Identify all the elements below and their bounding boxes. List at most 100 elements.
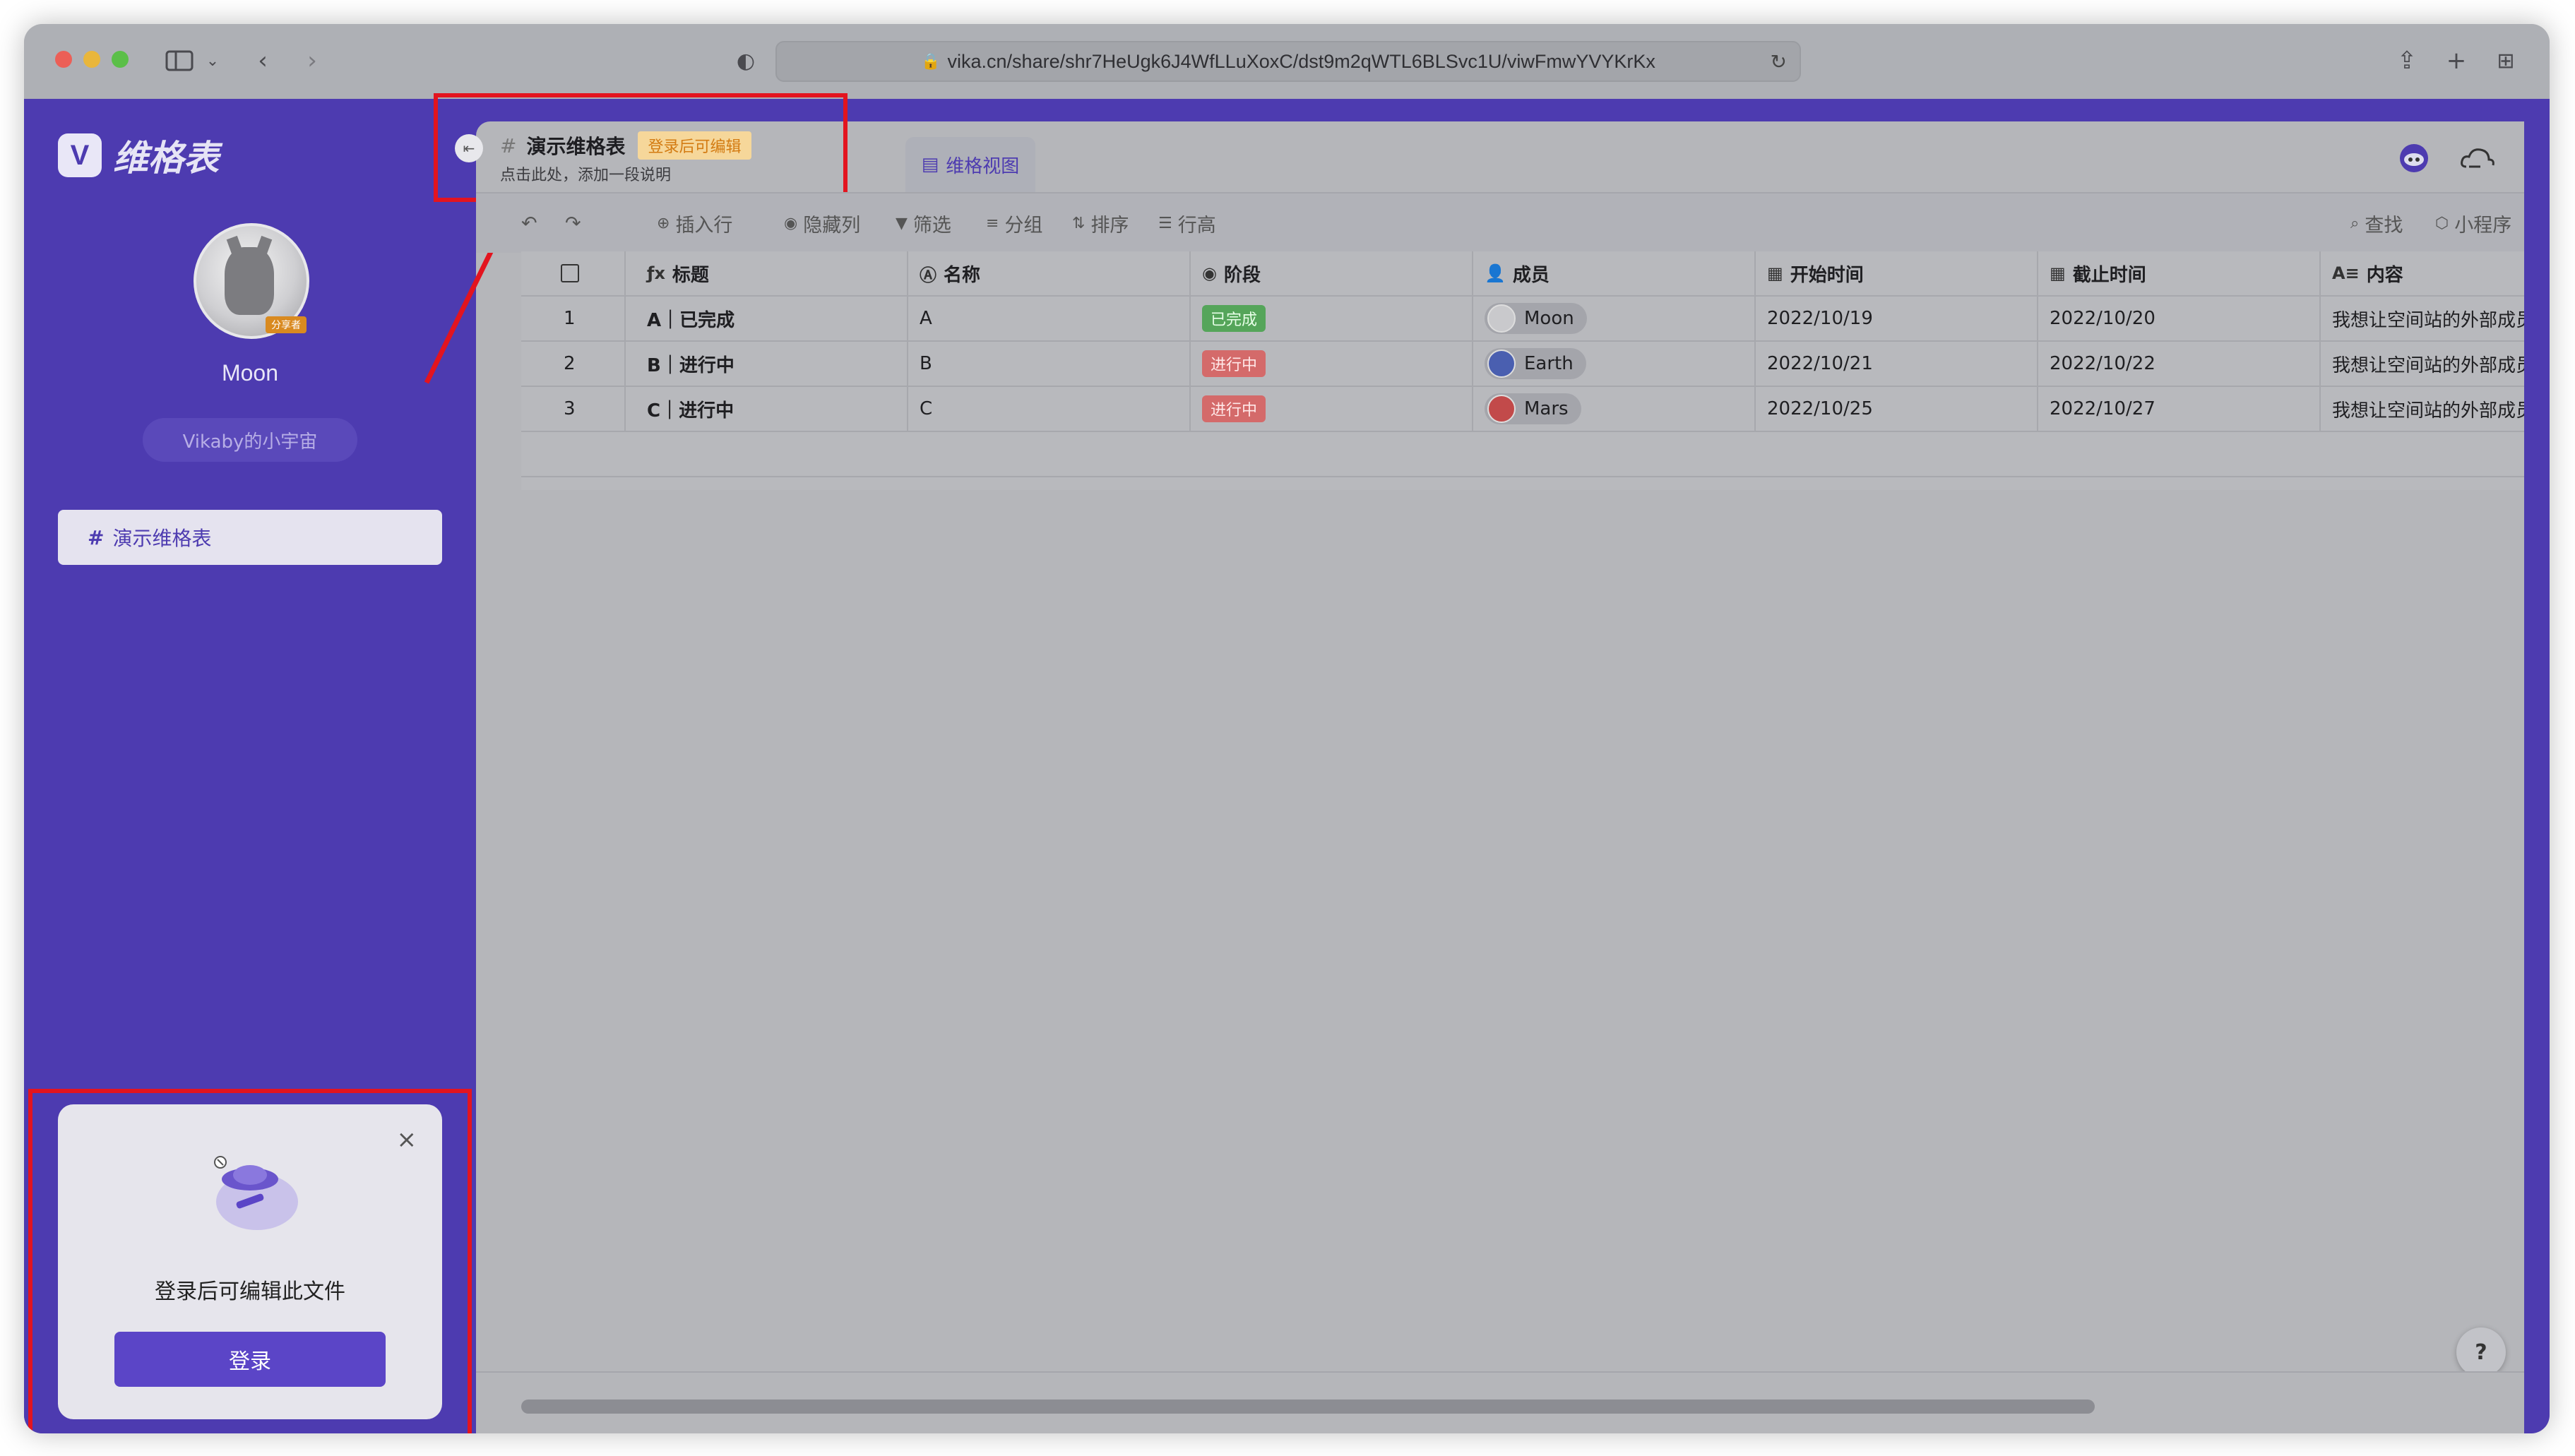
cell-start-time[interactable]: 2022/10/25 xyxy=(1756,387,2038,431)
view-toolbar: ↶ ↷ ⊕ 插入行 ◉ 隐藏列 ▼ 筛选 ≡ 分组 ⇅ 排序 ☰ 行高 ⌕ 查找 ⬡ 小程序 xyxy=(476,192,2524,253)
browser-window: ⌄ ‹ › ◐ 🔒 vika.cn/share/shr7HeUgk6J4WfLL… xyxy=(24,24,2550,1433)
hide-columns-label: 隐藏列 xyxy=(803,214,861,237)
sort-button[interactable]: ⇅ 排序 xyxy=(1072,208,1129,239)
cell-member[interactable]: Moon xyxy=(1473,297,1756,340)
cell-name[interactable]: B xyxy=(908,342,1191,386)
table-row[interactable]: 3 C｜进行中 C 进行中 Mars 2022/10/25 2022/10/27… xyxy=(521,387,2524,432)
cell-title[interactable]: B｜进行中 xyxy=(626,342,908,386)
robot-avatar-icon[interactable] xyxy=(2396,140,2432,177)
chevron-down-icon[interactable]: ⌄ xyxy=(202,44,223,78)
group-label: 分组 xyxy=(1004,214,1043,237)
sidebar-item-demo-sheet[interactable]: # 演示维格表 xyxy=(58,510,442,565)
cell-title[interactable]: A｜已完成 xyxy=(626,297,908,340)
grid-view-icon: ▤ xyxy=(921,154,939,175)
table-row[interactable]: 1 A｜已完成 A 已完成 Moon 2022/10/19 2022/10/20… xyxy=(521,297,2524,342)
reload-icon[interactable]: ↻ xyxy=(1771,50,1787,73)
cell-start-time[interactable]: 2022/10/21 xyxy=(1756,342,2038,386)
eye-icon: ◉ xyxy=(784,214,798,232)
cell-start-time[interactable]: 2022/10/19 xyxy=(1756,297,2038,340)
mini-program-label: 小程序 xyxy=(2454,214,2512,237)
close-icon[interactable]: × xyxy=(397,1126,417,1154)
table-header-row: ƒx 标题 Ⓐ 名称 ◉ 阶段 👤 成员 ▦ 开始时间 ▦ 截止时间 A≡ 内容 xyxy=(521,251,2524,297)
column-label: 阶段 xyxy=(1223,264,1261,286)
column-label: 开始时间 xyxy=(1790,264,1864,286)
annotation-box-title xyxy=(434,93,848,202)
sidebar-item-label: 演示维格表 xyxy=(112,527,212,550)
formula-icon: ƒx xyxy=(647,263,665,283)
member-name: Mars xyxy=(1524,398,1569,419)
help-button[interactable]: ? xyxy=(2456,1327,2506,1377)
status-badge: 进行中 xyxy=(1202,350,1266,377)
insert-row-button[interactable]: ⊕ 插入行 xyxy=(657,208,732,239)
cell-end-time[interactable]: 2022/10/27 xyxy=(2038,387,2321,431)
hash-icon: # xyxy=(88,525,105,549)
share-icon[interactable]: ⇪ xyxy=(2390,44,2424,78)
horizontal-scrollbar[interactable] xyxy=(521,1400,2095,1414)
maximize-window-button[interactable] xyxy=(112,51,129,68)
cell-title[interactable]: C｜进行中 xyxy=(626,387,908,431)
cell-name[interactable]: C xyxy=(908,387,1191,431)
row-height-button[interactable]: ☰ 行高 xyxy=(1158,208,1216,239)
cell-end-time[interactable]: 2022/10/20 xyxy=(2038,297,2321,340)
app-area: V 维格表 分享者 Moon Vikaby的小宇宙 # 演示维格表 × 登录后可… xyxy=(24,93,2550,1433)
filter-button[interactable]: ▼ 筛选 xyxy=(896,208,951,239)
group-button[interactable]: ≡ 分组 xyxy=(986,208,1042,239)
column-header-member[interactable]: 👤 成员 xyxy=(1473,251,1756,295)
table-row[interactable]: 2 B｜进行中 B 进行中 Earth 2022/10/21 2022/10/2… xyxy=(521,342,2524,387)
column-label: 名称 xyxy=(944,264,981,286)
minimize-window-button[interactable] xyxy=(83,51,100,68)
plus-circle-icon: ⊕ xyxy=(657,214,670,232)
logo-mark-icon: V xyxy=(58,133,102,177)
data-grid: ƒx 标题 Ⓐ 名称 ◉ 阶段 👤 成员 ▦ 开始时间 ▦ 截止时间 A≡ 内容 1 A｜已完… xyxy=(521,251,2524,490)
long-text-icon: A≡ xyxy=(2332,263,2360,283)
column-label: 内容 xyxy=(2366,264,2403,286)
cell-member[interactable]: Earth xyxy=(1473,342,1756,386)
calendar-icon: ▦ xyxy=(2050,263,2066,283)
status-badge: 进行中 xyxy=(1202,395,1266,422)
undo-icon[interactable]: ↶ xyxy=(521,208,537,239)
column-header-content[interactable]: A≡ 内容 xyxy=(2321,251,2524,295)
cloud-sync-icon[interactable] xyxy=(2459,140,2496,177)
close-window-button[interactable] xyxy=(55,51,72,68)
sidebar-toggle-icon[interactable] xyxy=(158,44,201,78)
column-header-name[interactable]: Ⓐ 名称 xyxy=(908,251,1191,295)
column-header-start-time[interactable]: ▦ 开始时间 xyxy=(1756,251,2038,295)
back-icon[interactable]: ‹ xyxy=(247,44,278,78)
cell-stage[interactable]: 进行中 xyxy=(1191,342,1473,386)
column-header-title[interactable]: ƒx 标题 xyxy=(626,251,908,295)
brand-logo[interactable]: V 维格表 xyxy=(58,130,219,181)
user-name: Moon xyxy=(221,360,279,386)
cell-stage[interactable]: 已完成 xyxy=(1191,297,1473,340)
tab-grid-view[interactable]: ▤ 维格视图 xyxy=(905,137,1035,192)
single-select-icon: ◉ xyxy=(1202,263,1217,283)
search-button[interactable]: ⌕ 查找 xyxy=(2350,208,2403,239)
insert-row-label: 插入行 xyxy=(675,214,733,237)
login-button[interactable]: 登录 xyxy=(114,1332,386,1387)
cell-name[interactable]: A xyxy=(908,297,1191,340)
cell-stage[interactable]: 进行中 xyxy=(1191,387,1473,431)
cell-member[interactable]: Mars xyxy=(1473,387,1756,431)
space-name[interactable]: Vikaby的小宇宙 xyxy=(143,418,357,462)
forward-icon[interactable]: › xyxy=(297,44,328,78)
new-tab-icon[interactable]: + xyxy=(2439,44,2473,78)
filter-label: 筛选 xyxy=(912,214,951,237)
hide-columns-button[interactable]: ◉ 隐藏列 xyxy=(784,208,860,239)
privacy-shield-icon[interactable]: ◐ xyxy=(730,44,761,78)
mini-program-button[interactable]: ⬡ 小程序 xyxy=(2435,208,2511,239)
address-bar[interactable]: 🔒 vika.cn/share/shr7HeUgk6J4WfLLuXoxC/ds… xyxy=(775,41,1801,82)
redo-icon[interactable]: ↷ xyxy=(565,208,581,239)
column-header-end-time[interactable]: ▦ 截止时间 xyxy=(2038,251,2321,295)
tab-overview-icon[interactable]: ⊞ xyxy=(2489,44,2523,78)
cell-content[interactable]: 我想让空间站的外部成员 xyxy=(2321,342,2524,386)
row-height-label: 行高 xyxy=(1177,214,1216,237)
search-label: 查找 xyxy=(2365,214,2403,237)
cell-content[interactable]: 我想让空间站的外部成员 xyxy=(2321,387,2524,431)
select-all-checkbox[interactable] xyxy=(521,251,626,295)
add-row-area[interactable] xyxy=(521,432,2524,477)
login-prompt-text: 登录后可编辑此文件 xyxy=(155,1279,345,1304)
cell-content[interactable]: 我想让空间站的外部成员 xyxy=(2321,297,2524,340)
text-field-icon: Ⓐ xyxy=(920,265,936,285)
column-header-stage[interactable]: ◉ 阶段 xyxy=(1191,251,1473,295)
cell-end-time[interactable]: 2022/10/22 xyxy=(2038,342,2321,386)
calendar-icon: ▦ xyxy=(1767,263,1783,283)
